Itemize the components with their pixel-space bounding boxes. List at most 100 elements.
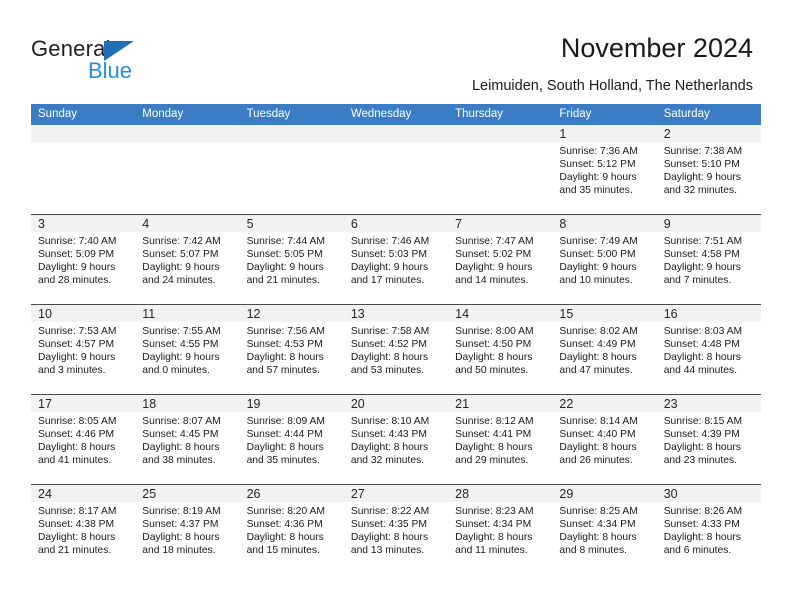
day-sun-info: Sunrise: 7:40 AM Sunset: 5:09 PM Daylight:… xyxy=(31,232,135,287)
day-cell-empty xyxy=(239,125,344,214)
day-sun-info: Sunrise: 8:14 AM Sunset: 4:40 PM Daylight:… xyxy=(552,412,656,467)
daylight-text-line1: Daylight: 8 hours xyxy=(559,442,637,454)
date-band xyxy=(135,125,240,142)
date-number: 22 xyxy=(559,397,574,411)
daylight-text-line1: Daylight: 9 hours xyxy=(455,262,533,274)
date-band: 29 xyxy=(552,485,657,502)
day-sun-info: Sunrise: 7:42 AM Sunset: 5:07 PM Daylight:… xyxy=(135,232,239,287)
date-number: 18 xyxy=(142,397,157,411)
day-cell[interactable]: 24 Sunrise: 8:17 AM Sunset: 4:38 PM Dayligh… xyxy=(31,485,136,574)
general-blue-logo[interactable]: General Blue xyxy=(31,36,211,83)
day-cell[interactable]: 15 Sunrise: 8:02 AM Sunset: 4:49 PM Dayligh… xyxy=(552,305,657,394)
sunrise-text: Sunrise: 7:40 AM xyxy=(38,236,117,247)
sunrise-text: Sunrise: 8:12 AM xyxy=(455,416,534,427)
day-cell[interactable]: 10 Sunrise: 7:53 AM Sunset: 4:57 PM Dayligh… xyxy=(31,305,136,394)
sunrise-text: Sunrise: 8:03 AM xyxy=(663,326,743,337)
day-cell[interactable]: 3 Sunrise: 7:40 AM Sunset: 5:09 PM Daylight… xyxy=(31,215,136,304)
date-band: 21 xyxy=(448,395,553,412)
day-cell[interactable]: 16 Sunrise: 8:03 AM Sunset: 4:48 PM Dayligh… xyxy=(656,305,761,394)
day-cell[interactable]: 27 Sunrise: 8:22 AM Sunset: 4:35 PM Dayligh… xyxy=(343,485,449,574)
day-cell[interactable]: 7 Sunrise: 7:47 AM Sunset: 5:02 PM Daylight… xyxy=(448,215,553,304)
sunset-text: Sunset: 4:39 PM xyxy=(663,429,740,441)
day-sun-info xyxy=(448,142,552,145)
date-number: 12 xyxy=(246,307,261,321)
day-cell[interactable]: 22 Sunrise: 8:14 AM Sunset: 4:40 PM Dayligh… xyxy=(552,395,657,484)
date-number: 13 xyxy=(350,307,365,321)
day-cell[interactable]: 18 Sunrise: 8:07 AM Sunset: 4:45 PM Dayligh… xyxy=(135,395,240,484)
date-number: 29 xyxy=(559,487,574,501)
sunrise-text: Sunrise: 8:02 AM xyxy=(559,326,638,337)
sunrise-text: Sunrise: 8:10 AM xyxy=(350,416,430,427)
date-number: 24 xyxy=(38,487,52,501)
day-cell[interactable]: 11 Sunrise: 7:55 AM Sunset: 4:55 PM Dayligh… xyxy=(135,305,240,394)
daylight-text-line2: and 44 minutes. xyxy=(663,365,737,377)
day-sun-info: Sunrise: 8:03 AM Sunset: 4:48 PM Daylight:… xyxy=(657,322,761,377)
day-sun-info xyxy=(240,142,344,145)
day-cell-empty xyxy=(448,125,553,214)
page-title: November 2024 xyxy=(560,33,753,63)
date-number: 15 xyxy=(559,307,574,321)
daylight-text-line1: Daylight: 8 hours xyxy=(455,352,533,364)
day-cell[interactable]: 23 Sunrise: 8:15 AM Sunset: 4:39 PM Dayligh… xyxy=(656,395,761,484)
date-band: 18 xyxy=(135,395,240,412)
day-cell[interactable]: 13 Sunrise: 7:58 AM Sunset: 4:52 PM Dayligh… xyxy=(343,305,449,394)
weekday-header-thursday: Thursday xyxy=(455,108,504,120)
day-cell[interactable]: 25 Sunrise: 8:19 AM Sunset: 4:37 PM Dayligh… xyxy=(135,485,240,574)
date-number: 7 xyxy=(455,217,463,231)
day-cell[interactable]: 5 Sunrise: 7:44 AM Sunset: 5:05 PM Daylight… xyxy=(239,215,344,304)
day-cell[interactable]: 4 Sunrise: 7:42 AM Sunset: 5:07 PM Daylight… xyxy=(135,215,240,304)
sunset-text: Sunset: 4:45 PM xyxy=(142,429,219,441)
day-cell[interactable]: 17 Sunrise: 8:05 AM Sunset: 4:46 PM Dayligh… xyxy=(31,395,136,484)
logo-text-blue: Blue xyxy=(88,58,133,83)
daylight-text-line1: Daylight: 8 hours xyxy=(142,532,220,544)
day-cell[interactable]: 8 Sunrise: 7:49 AM Sunset: 5:00 PM Daylight… xyxy=(552,215,657,304)
daylight-text-line1: Daylight: 8 hours xyxy=(246,442,324,454)
weekday-header-row: Sunday Monday Tuesday Wednesday Thursday Frid… xyxy=(31,104,761,125)
day-cell[interactable]: 2 Sunrise: 7:38 AM Sunset: 5:10 PM Daylight… xyxy=(656,125,761,214)
day-cell[interactable]: 28 Sunrise: 8:23 AM Sunset: 4:34 PM Dayligh… xyxy=(448,485,553,574)
day-cell[interactable]: 9 Sunrise: 7:51 AM Sunset: 4:58 PM Daylight… xyxy=(656,215,761,304)
day-cell[interactable]: 30 Sunrise: 8:26 AM Sunset: 4:33 PM Dayligh… xyxy=(656,485,761,574)
day-cell[interactable]: 14 Sunrise: 8:00 AM Sunset: 4:50 PM Dayligh… xyxy=(448,305,553,394)
daylight-text-line1: Daylight: 8 hours xyxy=(350,532,429,544)
sunrise-text: Sunrise: 7:47 AM xyxy=(455,236,534,247)
date-number: 21 xyxy=(455,397,470,411)
daylight-text-line2: and 26 minutes. xyxy=(559,455,633,467)
sunset-text: Sunset: 5:00 PM xyxy=(559,249,636,261)
daylight-text-line2: and 41 minutes. xyxy=(38,455,112,467)
date-band: 26 xyxy=(239,485,344,502)
day-cell[interactable]: 29 Sunrise: 8:25 AM Sunset: 4:34 PM Dayligh… xyxy=(552,485,657,574)
day-cell[interactable]: 1 Sunrise: 7:36 AM Sunset: 5:12 PM Daylight… xyxy=(552,125,657,214)
day-sun-info xyxy=(344,142,448,145)
daylight-text-line2: and 21 minutes. xyxy=(246,275,320,287)
sunset-text: Sunset: 4:37 PM xyxy=(142,519,219,531)
date-number: 11 xyxy=(142,307,156,321)
day-sun-info: Sunrise: 7:44 AM Sunset: 5:05 PM Daylight:… xyxy=(240,232,344,287)
day-sun-info: Sunrise: 8:17 AM Sunset: 4:38 PM Daylight:… xyxy=(31,502,135,557)
daylight-text-line1: Daylight: 8 hours xyxy=(246,352,324,364)
day-cell[interactable]: 12 Sunrise: 7:56 AM Sunset: 4:53 PM Dayligh… xyxy=(239,305,344,394)
sunset-text: Sunset: 4:46 PM xyxy=(38,429,115,441)
date-band: 16 xyxy=(656,305,761,322)
sunset-text: Sunset: 5:03 PM xyxy=(350,249,427,261)
daylight-text-line2: and 3 minutes. xyxy=(38,365,106,377)
sunset-text: Sunset: 4:43 PM xyxy=(350,429,427,441)
day-cell[interactable]: 21 Sunrise: 8:12 AM Sunset: 4:41 PM Dayligh… xyxy=(448,395,553,484)
sunrise-text: Sunrise: 8:05 AM xyxy=(38,416,117,427)
sunset-text: Sunset: 4:34 PM xyxy=(455,519,532,531)
day-cell[interactable]: 20 Sunrise: 8:10 AM Sunset: 4:43 PM Dayligh… xyxy=(343,395,449,484)
day-sun-info: Sunrise: 8:25 AM Sunset: 4:34 PM Daylight:… xyxy=(552,502,656,557)
sunset-text: Sunset: 4:35 PM xyxy=(350,519,427,531)
day-cell[interactable]: 19 Sunrise: 8:09 AM Sunset: 4:44 PM Dayligh… xyxy=(239,395,344,484)
sunset-text: Sunset: 4:53 PM xyxy=(246,339,323,351)
daylight-text-line2: and 28 minutes. xyxy=(38,275,112,287)
sunset-text: Sunset: 4:49 PM xyxy=(559,339,636,351)
day-cell[interactable]: 26 Sunrise: 8:20 AM Sunset: 4:36 PM Dayligh… xyxy=(239,485,344,574)
sunrise-text: Sunrise: 8:07 AM xyxy=(142,416,221,427)
date-number: 8 xyxy=(559,217,567,231)
date-number: 2 xyxy=(663,127,671,141)
date-band: 1 xyxy=(552,125,657,142)
daylight-text-line1: Daylight: 8 hours xyxy=(350,442,429,454)
day-cell[interactable]: 6 Sunrise: 7:46 AM Sunset: 5:03 PM Daylight… xyxy=(343,215,449,304)
sunrise-text: Sunrise: 7:58 AM xyxy=(350,326,430,337)
